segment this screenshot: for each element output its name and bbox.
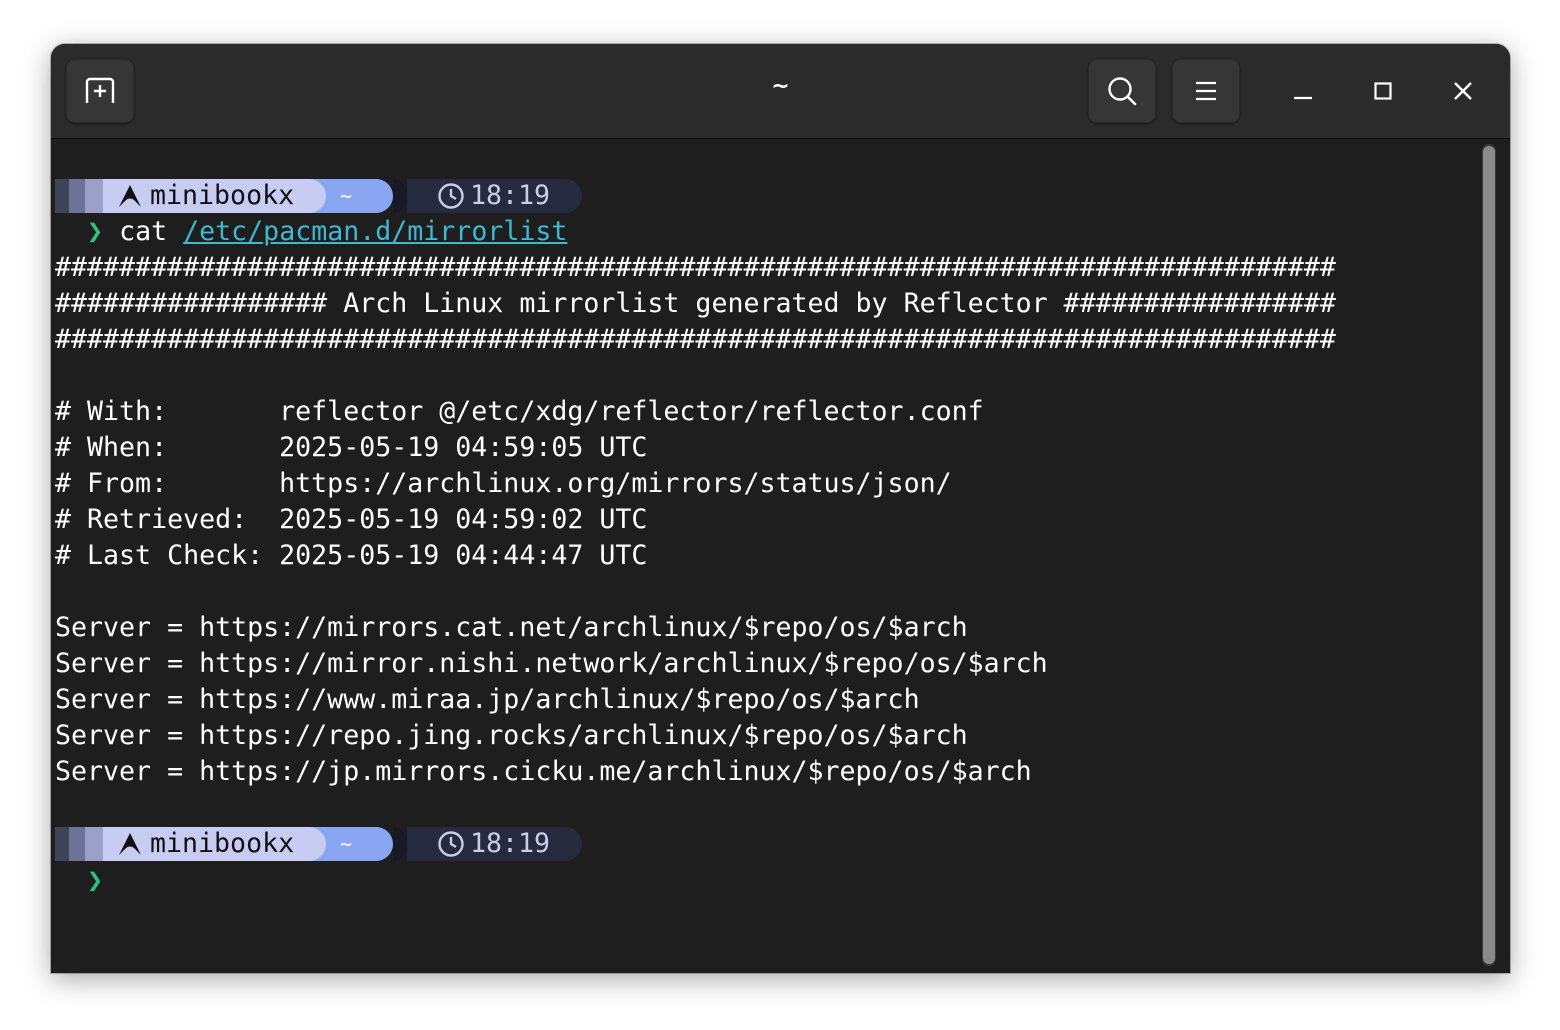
meta-line: # When: 2025-05-19 04:59:05 UTC [55,432,648,463]
input-line[interactable]: ❯ [55,863,103,899]
terminal-content[interactable]: minibookx ~ 18:19 ❯ cat /etc/pacman.d/mi… [55,139,1475,973]
prompt-symbol: ❯ [87,865,104,896]
prompt-host-segment: minibookx [103,827,326,861]
search-button[interactable] [1088,59,1156,123]
prompt-dir: ~ [340,832,353,856]
prompt-segments: minibookx ~ 18:19 [55,178,585,214]
prompt-time-segment: 18:19 [407,179,582,213]
arch-linux-icon [119,185,141,207]
prompt-edge-mid [69,179,85,213]
header-bar: ~ [51,44,1510,139]
prompt-hostname: minibookx [150,828,295,859]
meta-line: # Retrieved: 2025-05-19 04:59:02 UTC [55,504,648,535]
banner-line: ########################################… [55,324,1336,355]
prompt-edge-light [85,179,103,213]
arch-linux-icon [119,833,141,855]
meta-line: # Last Check: 2025-05-19 04:44:47 UTC [55,540,648,571]
server-line: Server = https://repo.jing.rocks/archlin… [55,720,968,751]
banner-line: ################# Arch Linux mirrorlist … [55,288,1336,319]
hamburger-menu-icon [1196,81,1216,101]
menu-button[interactable] [1172,59,1240,123]
search-icon [1108,77,1137,106]
prompt-separator [393,827,407,861]
prompt-separator [393,179,407,213]
new-tab-button[interactable] [66,59,134,123]
prompt-edge-dark [55,179,69,213]
clock-icon [438,831,464,857]
prompt-host-segment: minibookx [103,179,326,213]
prompt-segments: minibookx ~ 18:19 [55,826,585,862]
prompt-edge-mid [69,827,85,861]
maximize-icon [1374,82,1392,100]
server-line: Server = https://jp.mirrors.cicku.me/arc… [55,756,1032,787]
prompt-edge-dark [55,827,69,861]
command-path-link[interactable]: /etc/pacman.d/mirrorlist [183,216,567,247]
prompt-time: 18:19 [470,828,551,859]
server-line: Server = https://mirror.nishi.network/ar… [55,648,1048,679]
window-title: ~ [771,74,790,99]
meta-line: # From: https://archlinux.org/mirrors/st… [55,468,952,499]
prompt-edge-light [85,827,103,861]
minimize-icon [1294,96,1312,100]
new-tab-icon [85,77,115,103]
prompt-hostname: minibookx [150,180,295,211]
scrollbar-thumb[interactable] [1483,146,1495,964]
prompt-symbol: ❯ [87,216,104,247]
minimize-button[interactable] [1278,66,1328,116]
banner-line: ########################################… [55,252,1336,283]
close-button[interactable] [1438,66,1488,116]
meta-line: # With: reflector @/etc/xdg/reflector/re… [55,396,984,427]
scrollbar[interactable] [1482,144,1496,966]
prompt-time-segment: 18:19 [407,827,582,861]
command-name: cat [119,216,168,247]
server-line: Server = https://www.miraa.jp/archlinux/… [55,684,920,715]
terminal-window: ~ minibookx ~ 18:19 ❯ cat /etc/pacman.d/… [51,44,1510,973]
close-icon [1454,82,1472,100]
clock-icon [438,183,464,209]
server-line: Server = https://mirrors.cat.net/archlin… [55,612,968,643]
prompt-dir: ~ [340,184,353,208]
command-line: ❯ cat /etc/pacman.d/mirrorlist [55,214,567,250]
maximize-button[interactable] [1358,66,1408,116]
prompt-time: 18:19 [470,180,551,211]
